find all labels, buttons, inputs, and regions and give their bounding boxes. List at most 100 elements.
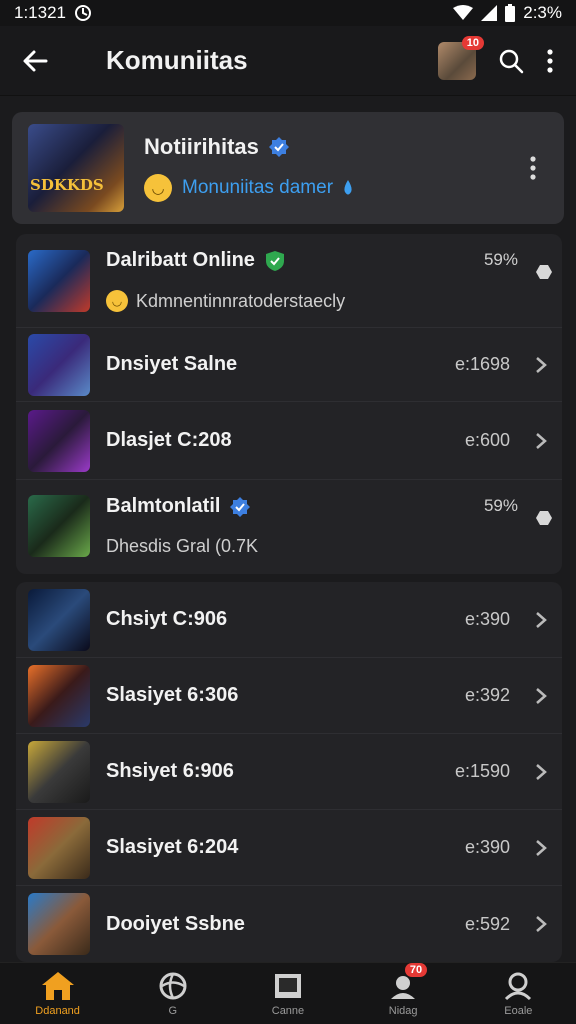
- list-item-subtitle-row: ◡ Kdmnentinnratoderstaecly: [106, 290, 562, 312]
- more-vert-icon[interactable]: [546, 48, 554, 74]
- list-item[interactable]: Dalribatt Online ◡ Kdmnentinnratoderstae…: [16, 234, 562, 328]
- community-thumbnail: [28, 816, 90, 879]
- basketball-icon: [159, 972, 187, 999]
- nav-label: Canne: [271, 1004, 305, 1017]
- nav-profile[interactable]: Eoale: [468, 971, 568, 1017]
- list-item-title: Dooiyet Ssbne: [106, 912, 245, 935]
- featured-more-button[interactable]: [518, 148, 548, 188]
- community-list-1: Dalribatt Online ◡ Kdmnentinnratoderstae…: [16, 234, 562, 574]
- battery-icon: [505, 4, 516, 22]
- signal-icon: [481, 5, 498, 21]
- nav-home[interactable]: Ddanand: [8, 971, 108, 1017]
- list-item-value: e:600: [464, 430, 510, 450]
- list-item-main: Slasiyet 6:306: [106, 684, 465, 707]
- nav-label: Eoale: [504, 1004, 533, 1017]
- smiley-icon: ◡: [144, 174, 172, 202]
- featured-subtitle: Monuniitas damer: [182, 177, 334, 198]
- list-item-main: Chsiyt C:906: [106, 608, 465, 631]
- featured-thumbnail: SDKKDS: [28, 124, 124, 212]
- nav-badge: 70: [404, 962, 428, 977]
- shield-check-icon: [265, 250, 284, 271]
- verified-badge-icon: [230, 496, 251, 517]
- app-bar: Komuniitas 10: [0, 26, 576, 96]
- nav-game[interactable]: Canne: [238, 971, 338, 1017]
- list-item-title: Dalribatt Online: [106, 249, 255, 271]
- list-item-subtitle: Kdmnentinnratoderstaecly: [136, 290, 346, 311]
- featured-thumb-text: SDKKDS: [30, 176, 104, 194]
- list-item-value: 59%: [483, 496, 518, 515]
- list-item-value: e:592: [464, 913, 510, 934]
- chevron-right-icon: [526, 356, 556, 374]
- list-item-title: Dnsiyet Salne: [106, 353, 238, 375]
- unread-dot-icon: [536, 264, 552, 285]
- notification-badge: 10: [461, 35, 484, 50]
- list-item-title: Slasiyet 6:204: [106, 836, 239, 858]
- nav-group[interactable]: 70 Nidag: [353, 962, 453, 1017]
- community-thumbnail: [28, 740, 90, 803]
- list-item[interactable]: Slasiyet 6:306 e:392: [16, 658, 562, 734]
- bottom-nav: Ddanand G Canne 70 Nidag Eoale: [0, 962, 576, 1024]
- list-item-main: Slasiyet 6:204: [106, 836, 465, 859]
- square-icon: [274, 973, 301, 998]
- community-thumbnail: [28, 249, 90, 312]
- list-item-value: e:1698: [454, 354, 510, 374]
- unread-dot-icon: [536, 510, 552, 531]
- list-item-title: Dlasjet C:208: [106, 429, 232, 451]
- chevron-right-icon: [526, 611, 556, 629]
- list-item[interactable]: Dnsiyet Salne e:1698: [16, 328, 562, 402]
- chevron-right-icon: [526, 915, 556, 933]
- list-item-value: 59%: [483, 250, 518, 269]
- community-thumbnail: [28, 664, 90, 727]
- list-item-value: e:390: [464, 837, 510, 857]
- battery-text: 2:3%: [523, 3, 562, 22]
- home-icon: [41, 971, 74, 1000]
- featured-title: Notiirihitas: [144, 134, 259, 159]
- smiley-icon: ◡: [106, 290, 128, 312]
- nav-sports[interactable]: G: [123, 971, 223, 1017]
- list-item-main: Dlasjet C:208: [106, 429, 465, 452]
- search-icon[interactable]: [498, 48, 524, 74]
- list-item-title: Slasiyet 6:306: [106, 684, 239, 706]
- wifi-icon: [453, 5, 474, 20]
- avatar-button[interactable]: 10: [438, 35, 484, 80]
- back-button[interactable]: [0, 26, 70, 96]
- community-thumbnail: [28, 893, 90, 955]
- nav-label: Ddanand: [35, 1004, 80, 1017]
- featured-subtitle-row: ◡ Monuniitas damer: [144, 174, 518, 202]
- chevron-right-icon: [526, 839, 556, 857]
- community-thumbnail: [28, 409, 90, 472]
- list-item-main: Shsiyet 6:906: [106, 760, 455, 783]
- list-item[interactable]: Dlasjet C:208 e:600: [16, 402, 562, 480]
- status-left: 1:1321: [14, 3, 92, 23]
- status-bar: 1:1321 2:3%: [0, 0, 576, 26]
- list-item-value: e:392: [464, 685, 510, 705]
- list-item-subtitle: Dhesdis Gral (0.7K: [106, 536, 259, 556]
- featured-title-row: Notiirihitas: [144, 134, 518, 160]
- chevron-right-icon: [526, 687, 556, 705]
- community-thumbnail: [28, 333, 90, 396]
- list-item-title: Balmtonlatil: [106, 495, 221, 517]
- list-item[interactable]: Dooiyet Ssbne e:592: [16, 886, 562, 962]
- app-actions: 10: [438, 35, 576, 80]
- featured-card[interactable]: SDKKDS Notiirihitas ◡ Monuniitas damer: [12, 112, 564, 224]
- nav-label: Nidag: [388, 1004, 418, 1017]
- page-title: Komuniitas: [106, 45, 248, 75]
- featured-info: Notiirihitas ◡ Monuniitas damer: [144, 134, 518, 202]
- list-item[interactable]: Chsiyt C:906 e:390: [16, 582, 562, 658]
- list-item-main: Dooiyet Ssbne: [106, 913, 465, 936]
- status-right: 2:3%: [453, 3, 562, 23]
- list-item-main: Dnsiyet Salne: [106, 353, 455, 376]
- list-item[interactable]: Balmtonlatil Dhesdis Gral (0.7K 59%: [16, 480, 562, 572]
- profile-icon: [505, 972, 532, 1000]
- list-item-title: Chsiyt C:906: [106, 608, 228, 630]
- sync-icon: [75, 5, 91, 21]
- list-item-value: e:1590: [454, 761, 510, 781]
- chevron-right-icon: [526, 432, 556, 450]
- community-thumbnail: [28, 495, 90, 557]
- list-item[interactable]: Slasiyet 6:204 e:390: [16, 810, 562, 886]
- verified-badge-icon: [268, 137, 289, 157]
- list-item[interactable]: Shsiyet 6:906 e:1590: [16, 734, 562, 810]
- nav-label: G: [168, 1004, 178, 1017]
- arrow-left-icon: [23, 50, 48, 71]
- more-vert-icon: [530, 156, 536, 180]
